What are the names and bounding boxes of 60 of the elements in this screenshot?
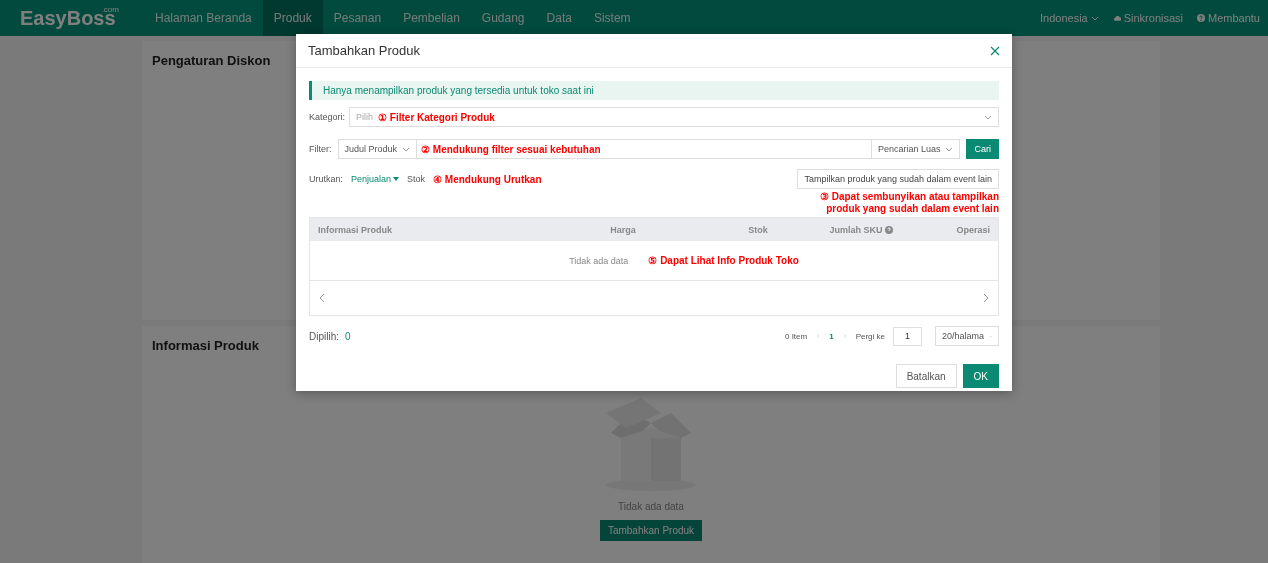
sync-link[interactable]: Sinkronisasi — [1112, 12, 1183, 24]
search-mode-select[interactable]: Pencarian Luas — [871, 139, 961, 159]
item-count: 0 Item — [784, 331, 808, 341]
chevron-down-icon — [1090, 15, 1099, 21]
help-link[interactable]: Membantu — [1197, 12, 1260, 24]
nav-item[interactable]: Halaman Beranda — [144, 0, 263, 36]
chevron-down-icon — [945, 146, 954, 152]
nav-item[interactable]: Produk — [262, 0, 323, 36]
help-icon — [1197, 14, 1205, 22]
field-label: Urutkan: — [309, 174, 343, 184]
placeholder-text: Pilih — [356, 112, 374, 122]
logo: EasyBoss .com — [19, 3, 120, 31]
annotation: ② Mendukung filter sesuai kebutuhan — [421, 143, 601, 155]
column-header: Informasi Produk — [318, 224, 393, 235]
cloud-icon — [1112, 14, 1121, 22]
search-button[interactable]: Cari — [966, 139, 999, 159]
caret-down-icon — [393, 177, 400, 181]
cancel-button[interactable]: Batalkan — [895, 364, 957, 388]
column-header: Operasi — [955, 224, 990, 235]
field-select[interactable]: Judul Produk — [337, 139, 418, 159]
empty-state-text: Tidak ada data — [569, 255, 629, 266]
page-number[interactable]: 1 — [829, 331, 834, 341]
selected-label: Dipilih: — [309, 330, 339, 342]
chevron-down-icon — [984, 114, 992, 120]
card-title: Informasi Produk — [152, 338, 260, 353]
dialog-title: Tambahkan Produk — [308, 43, 420, 58]
toggle-button[interactable]: Tampilkan produk yang sudah dalam event lain — [797, 169, 999, 189]
nav-item[interactable]: Gudang — [470, 0, 536, 36]
sort-option[interactable]: Stok — [407, 174, 426, 184]
page-input[interactable]: 1 — [893, 326, 922, 346]
help-icon — [885, 226, 893, 235]
sort-option[interactable]: Penjualan — [351, 174, 400, 184]
field-label: Kategori: — [309, 112, 346, 122]
column-header: Jumlah SKU — [818, 224, 893, 235]
field-label: Filter: — [309, 144, 332, 154]
chevron-left-icon — [319, 293, 325, 303]
close-icon[interactable] — [990, 45, 1000, 56]
annotation: ④ Mendukung Urutkan — [433, 173, 542, 185]
notice-banner: Hanya menampilkan produk yang tersedia untuk toko saat ini — [309, 81, 999, 100]
annotation: ① Filter Kategori Produk — [378, 111, 495, 123]
category-select[interactable]: Pilih ① Filter Kategori Produk — [349, 107, 999, 127]
annotation: ⑤ Dapat Lihat Info Produk Toko — [648, 255, 799, 266]
annotation: ③ Dapat sembunyikan atau tampilkan produk yang sudah dalam event lain — [818, 191, 999, 215]
selected-count: 0 — [345, 330, 351, 342]
column-header: Harga — [609, 224, 637, 235]
column-header: Stok — [747, 224, 769, 235]
ok-button[interactable]: OK — [962, 364, 999, 388]
nav-item[interactable]: Pembelian — [392, 0, 471, 36]
nav-item[interactable]: Data — [535, 0, 583, 36]
nav-item[interactable]: Sistem — [582, 0, 642, 36]
add-product-button[interactable]: Tambahkan Produk — [599, 520, 703, 541]
search-field[interactable]: ② Mendukung filter sesuai kebutuhan — [417, 139, 872, 159]
field-label: Pergi ke — [855, 331, 885, 341]
card-title: Pengaturan Diskon — [152, 53, 272, 68]
language-selector[interactable]: Indonesia — [1040, 12, 1099, 24]
chevron-down-icon — [402, 146, 411, 152]
page-size-select[interactable]: 20/halama — [935, 326, 999, 346]
logo-suffix: .com — [101, 4, 119, 14]
nav-item[interactable]: Pesanan — [322, 0, 393, 36]
chevron-right-icon — [983, 293, 989, 303]
